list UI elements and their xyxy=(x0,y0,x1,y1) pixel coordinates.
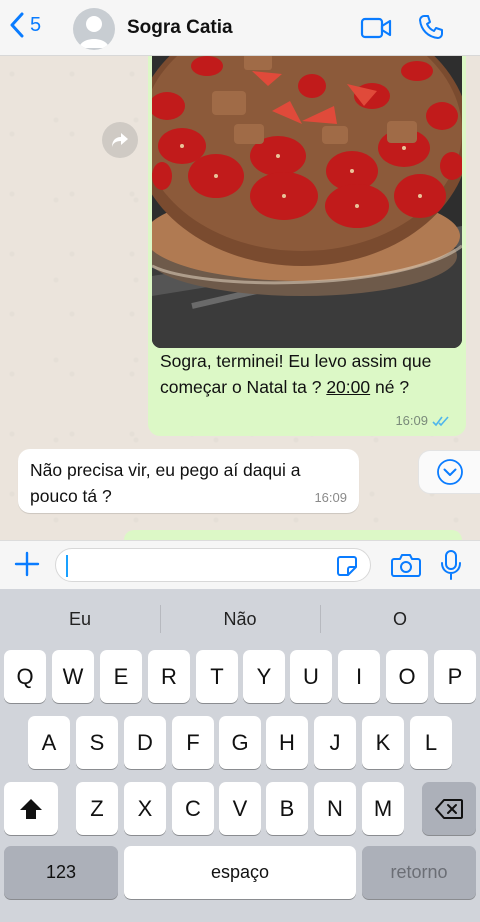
outgoing-timestamp: 16:09 xyxy=(395,413,428,428)
contact-name[interactable]: Sogra Catia xyxy=(127,17,233,39)
suggestion-item[interactable]: O xyxy=(320,589,480,649)
outgoing-text-end: né ? xyxy=(370,377,410,397)
key-s[interactable]: S xyxy=(76,716,118,769)
message-input-bar xyxy=(0,540,480,589)
scroll-to-bottom-button[interactable] xyxy=(418,450,480,494)
key-o[interactable]: O xyxy=(386,650,428,703)
key-n[interactable]: N xyxy=(314,782,356,835)
suggestion-item[interactable]: Não xyxy=(160,589,320,649)
incoming-message-text: Não precisa vir, eu pego aí daqui a pouc… xyxy=(30,460,301,506)
key-v[interactable]: V xyxy=(219,782,261,835)
return-key[interactable]: retorno xyxy=(362,846,476,899)
text-cursor xyxy=(66,555,68,577)
suggestion-item[interactable]: Eu xyxy=(0,589,160,649)
key-l[interactable]: L xyxy=(410,716,452,769)
numbers-key[interactable]: 123 xyxy=(4,846,118,899)
key-f[interactable]: F xyxy=(172,716,214,769)
suggestion-bar: Eu Não O xyxy=(0,589,480,649)
key-b[interactable]: B xyxy=(266,782,308,835)
incoming-timestamp: 16:09 xyxy=(314,490,347,505)
key-y[interactable]: Y xyxy=(243,650,285,703)
outgoing-message-text: Sogra, terminei! Eu levo assim que começ… xyxy=(160,348,456,400)
key-i[interactable]: I xyxy=(338,650,380,703)
outgoing-meta: 16:09 xyxy=(395,413,450,428)
sticker-button[interactable] xyxy=(336,555,358,582)
read-ticks-icon xyxy=(432,415,449,426)
plus-icon xyxy=(14,551,40,577)
chevron-left-icon xyxy=(10,12,24,38)
attach-button[interactable] xyxy=(14,551,40,582)
key-c[interactable]: C xyxy=(172,782,214,835)
outgoing-message[interactable]: Sogra, terminei! Eu levo assim que começ… xyxy=(148,56,466,436)
chat-header: 5 Sogra Catia xyxy=(0,0,480,56)
key-m[interactable]: M xyxy=(362,782,404,835)
key-u[interactable]: U xyxy=(290,650,332,703)
key-e[interactable]: E xyxy=(100,650,142,703)
key-h[interactable]: H xyxy=(266,716,308,769)
backspace-key[interactable] xyxy=(422,782,476,835)
key-x[interactable]: X xyxy=(124,782,166,835)
key-t[interactable]: T xyxy=(196,650,238,703)
camera-button[interactable] xyxy=(391,552,421,583)
key-j[interactable]: J xyxy=(314,716,356,769)
back-button[interactable]: 5 xyxy=(10,12,41,38)
video-camera-icon xyxy=(360,17,392,39)
key-p[interactable]: P xyxy=(434,650,476,703)
key-r[interactable]: R xyxy=(148,650,190,703)
dessert-photo[interactable] xyxy=(152,56,462,348)
key-q[interactable]: Q xyxy=(4,650,46,703)
key-a[interactable]: A xyxy=(28,716,70,769)
shift-icon xyxy=(20,798,42,819)
shift-key[interactable] xyxy=(4,782,58,835)
voice-call-button[interactable] xyxy=(418,14,444,45)
key-k[interactable]: K xyxy=(362,716,404,769)
message-input[interactable] xyxy=(55,548,371,582)
chat-area[interactable]: Sogra, terminei! Eu levo assim que começ… xyxy=(0,56,480,540)
chevron-down-circle-icon xyxy=(436,459,463,485)
incoming-message[interactable]: Não precisa vir, eu pego aí daqui a pouc… xyxy=(18,449,359,513)
key-d[interactable]: D xyxy=(124,716,166,769)
microphone-button[interactable] xyxy=(440,550,462,585)
person-icon xyxy=(79,16,109,48)
space-key[interactable]: espaço xyxy=(124,846,356,899)
key-z[interactable]: Z xyxy=(76,782,118,835)
unread-count: 5 xyxy=(30,13,42,36)
video-call-button[interactable] xyxy=(360,16,392,45)
forward-arrow-icon xyxy=(112,133,128,147)
phone-icon xyxy=(419,15,443,39)
avatar[interactable] xyxy=(73,8,115,50)
sticker-icon xyxy=(337,556,357,576)
key-g[interactable]: G xyxy=(219,716,261,769)
keyboard: Eu Não O Q W E R T Y U I O P A S D F G H… xyxy=(0,589,480,922)
time-link[interactable]: 20:00 xyxy=(326,377,370,397)
camera-icon xyxy=(391,554,421,577)
key-w[interactable]: W xyxy=(52,650,94,703)
forward-button[interactable] xyxy=(102,122,138,158)
microphone-icon xyxy=(441,550,461,580)
partial-message-bubble xyxy=(124,530,462,540)
dessert-photo-image xyxy=(152,56,462,348)
backspace-icon xyxy=(435,798,463,819)
